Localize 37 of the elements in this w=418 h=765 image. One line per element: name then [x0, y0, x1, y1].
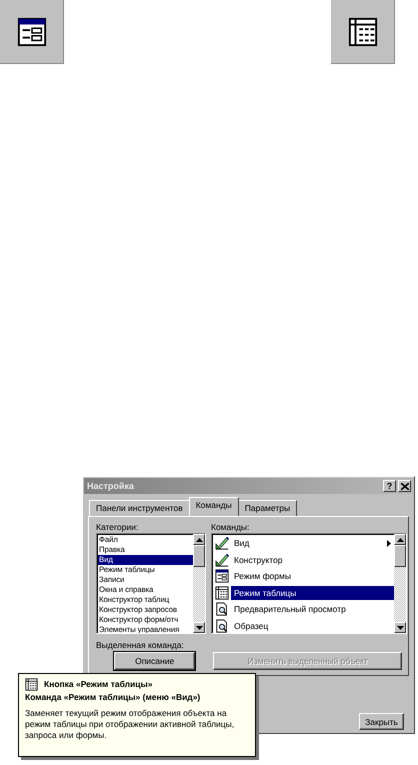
- list-label: Категории:: [96, 522, 140, 533]
- table-grid-icon: [215, 586, 229, 600]
- form-view-icon: [16, 16, 46, 46]
- table-grid-icon: [25, 678, 38, 690]
- list-item[interactable]: Режим формы: [231, 569, 394, 584]
- scroll-thumb[interactable]: [394, 545, 406, 567]
- datasheet-view-button[interactable]: [331, 0, 395, 64]
- list-item[interactable]: Предварительный просмотр: [231, 602, 394, 616]
- list-item[interactable]: Режим таблицы: [231, 586, 394, 600]
- close-button[interactable]: [398, 480, 411, 492]
- list-item[interactable]: Образец: [231, 618, 394, 633]
- tab[interactable]: Команды: [188, 497, 239, 516]
- list-label: Команды:: [211, 522, 250, 533]
- table-grid-icon: [348, 16, 378, 46]
- scrollbar[interactable]: [193, 534, 205, 633]
- scroll-up-icon: [196, 538, 202, 542]
- help-button[interactable]: ?: [383, 480, 396, 492]
- description-button[interactable]: Описание: [114, 652, 196, 670]
- tooltip-title: Кнопка «Режим таблицы»: [44, 679, 152, 689]
- form-view-icon: [215, 569, 229, 584]
- scrollbar[interactable]: [394, 534, 406, 633]
- scroll-thumb[interactable]: [193, 545, 205, 567]
- section-label: Выделенная команда:: [96, 640, 185, 651]
- close-dialog-button[interactable]: Закрыть: [359, 713, 404, 730]
- list-item[interactable]: Конструктор: [231, 552, 394, 567]
- tooltip-subtitle: Команда «Режим таблицы» (меню «Вид»): [25, 692, 202, 702]
- list-item[interactable]: Вид: [231, 536, 384, 550]
- tab[interactable]: Параметры: [238, 500, 298, 516]
- ruler-pencil-icon: [215, 536, 229, 550]
- window-title: Настройка: [87, 481, 134, 491]
- scroll-down-icon: [196, 626, 202, 630]
- scroll-down-icon: [396, 626, 404, 630]
- form-view-button[interactable]: [0, 0, 64, 64]
- ruler-pencil-icon: [215, 552, 229, 567]
- tooltip-text: Заменяет текущий режим отображения объекта на режим таблицы при отображении активной таблицы, запроса или формы.: [25, 708, 236, 741]
- page-magnifier-icon: [215, 602, 229, 616]
- scroll-up-icon: [396, 538, 404, 542]
